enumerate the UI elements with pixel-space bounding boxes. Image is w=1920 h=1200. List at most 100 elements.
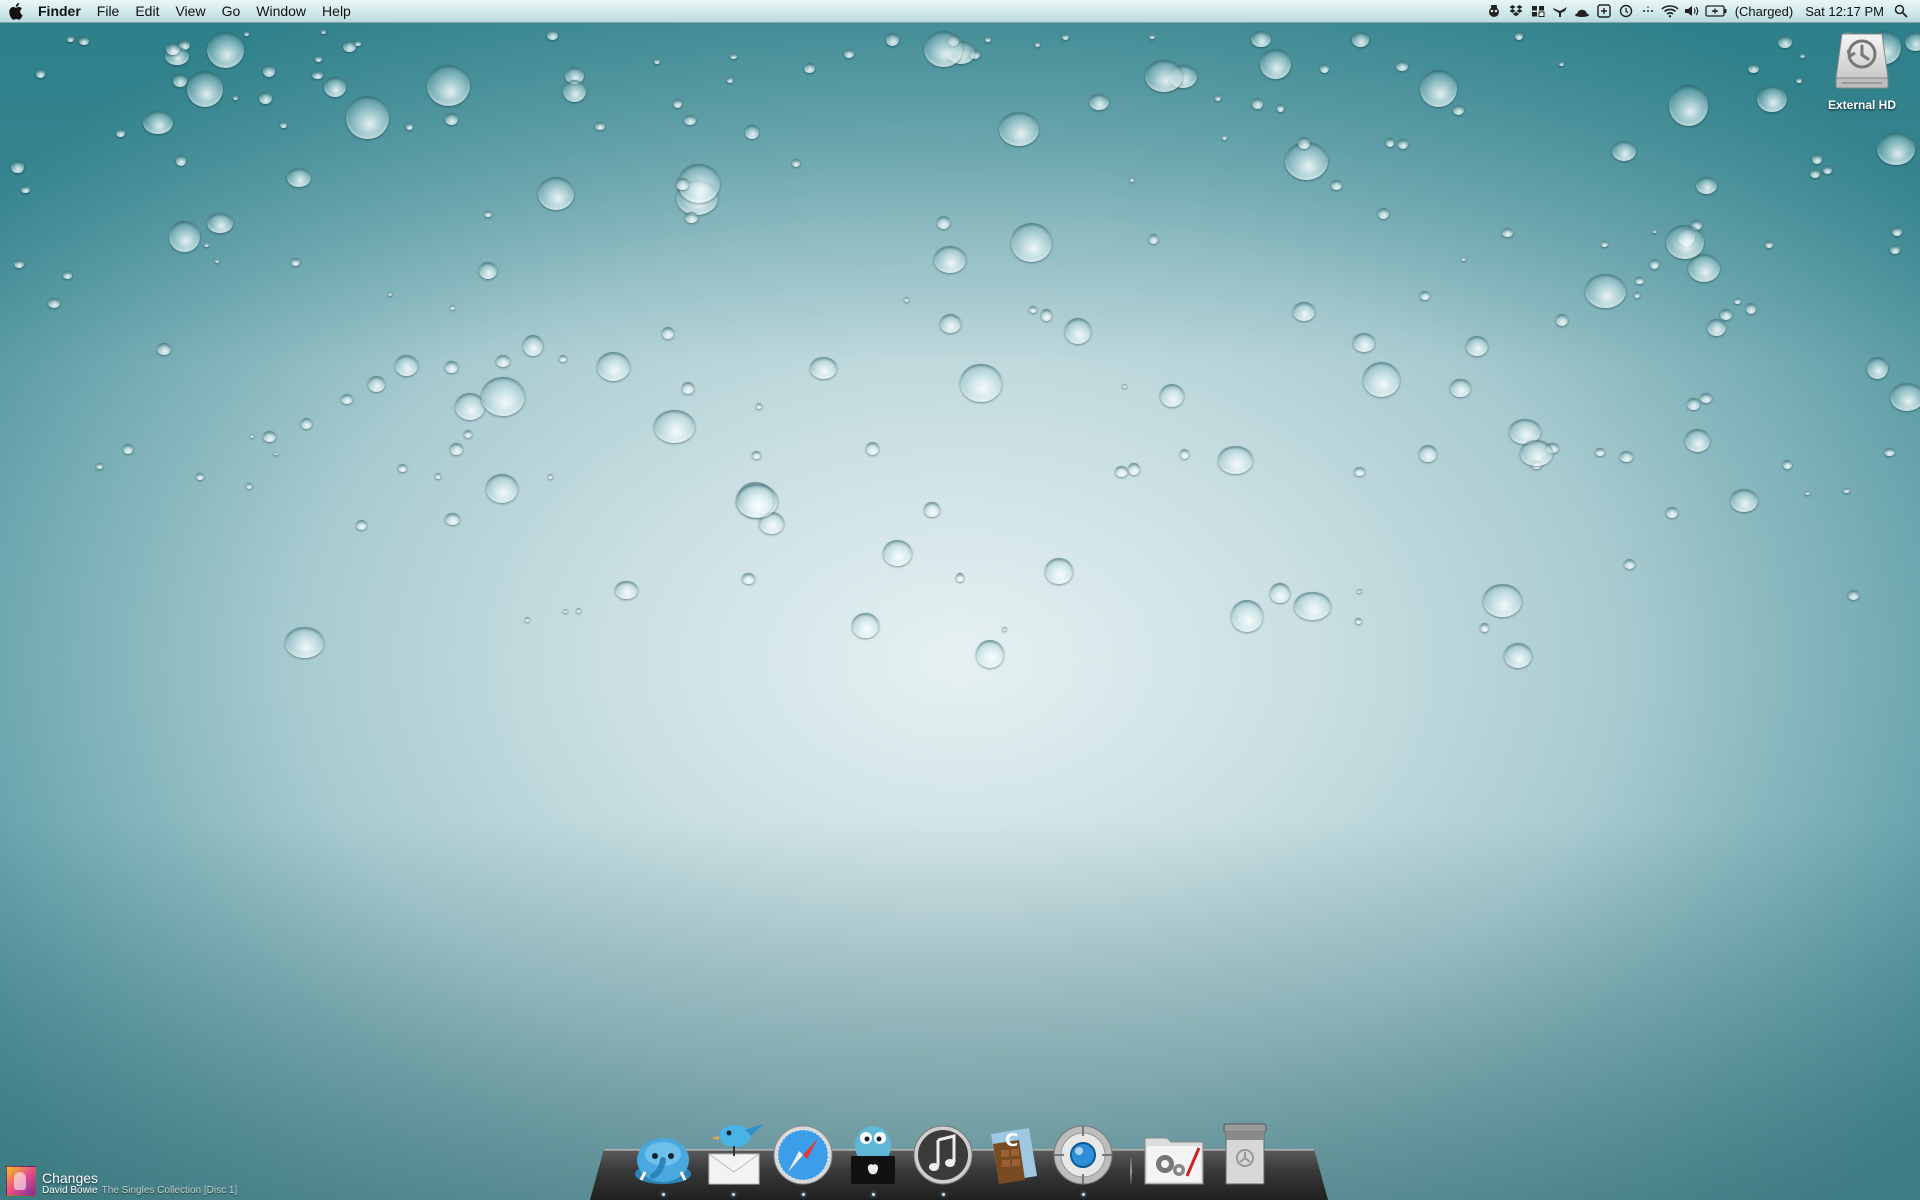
water-drop <box>678 163 720 203</box>
water-drop <box>314 55 323 63</box>
menu-app-name[interactable]: Finder <box>34 0 89 22</box>
water-drop <box>96 463 103 470</box>
water-drop <box>173 74 187 88</box>
volume-icon[interactable] <box>1681 0 1703 22</box>
water-drop <box>1061 34 1070 41</box>
dock-item-applications-stack[interactable] <box>1142 1116 1208 1186</box>
water-drop <box>1729 489 1758 513</box>
water-drop <box>730 54 737 60</box>
hat-icon[interactable] <box>1571 0 1593 22</box>
wifi-icon[interactable] <box>1659 0 1681 22</box>
water-drop <box>1665 507 1678 518</box>
running-indicator <box>1082 1193 1085 1196</box>
water-drop <box>346 96 389 140</box>
water-drop <box>1700 392 1712 403</box>
water-drop <box>67 35 74 42</box>
dock-item-elephant[interactable] <box>630 1116 696 1196</box>
water-drop <box>804 63 815 73</box>
water-drop <box>1805 490 1811 495</box>
water-drop <box>1665 225 1705 259</box>
water-drop <box>495 354 511 368</box>
add-icon[interactable] <box>1593 0 1615 22</box>
water-drop <box>882 540 912 566</box>
water-drop <box>1293 302 1315 321</box>
dock-item-globe[interactable] <box>1050 1116 1116 1196</box>
water-drop <box>368 375 386 393</box>
itunes-icon <box>913 1125 973 1185</box>
apple-menu-icon[interactable] <box>0 0 34 22</box>
water-drop <box>1148 234 1159 244</box>
water-drop <box>751 450 761 459</box>
water-drop <box>123 444 133 454</box>
now-playing-song: Changes <box>42 1169 99 1186</box>
water-drop <box>273 451 278 456</box>
water-drop <box>682 382 694 395</box>
menu-file[interactable]: File <box>89 0 128 22</box>
water-drop <box>1168 65 1198 88</box>
album-art <box>6 1166 36 1196</box>
water-drop <box>1764 240 1774 248</box>
trash-icon <box>1223 1123 1267 1185</box>
water-drop <box>320 30 326 35</box>
water-drop <box>1796 78 1803 83</box>
spotlight-icon[interactable] <box>1890 0 1912 22</box>
desktop[interactable]: Finder File Edit View Go Window Help (Ch… <box>0 0 1920 1200</box>
water-drop <box>1115 466 1129 478</box>
tweetie-icon[interactable] <box>1549 0 1571 22</box>
menu-help[interactable]: Help <box>314 0 359 22</box>
water-drop <box>1520 439 1554 467</box>
time-machine-icon[interactable] <box>1615 0 1637 22</box>
water-drop <box>791 158 801 167</box>
water-drop <box>1623 558 1636 569</box>
water-drop <box>933 246 967 273</box>
water-drop <box>596 352 630 381</box>
dock-item-safari[interactable] <box>770 1116 836 1196</box>
water-drop <box>970 49 981 59</box>
water-drop <box>249 434 255 439</box>
dock-item-mail[interactable] <box>700 1116 766 1196</box>
now-playing-widget[interactable]: Changes David Bowie The Singles Collectio… <box>6 1166 237 1196</box>
adium-icon[interactable] <box>1483 0 1505 22</box>
water-drop <box>1034 41 1041 47</box>
water-drop <box>1531 460 1542 470</box>
water-drop <box>405 123 413 130</box>
dock-item-itunes[interactable] <box>910 1116 976 1196</box>
water-drop <box>1684 429 1710 452</box>
water-drop <box>1601 241 1608 247</box>
dock-item-trash[interactable] <box>1212 1116 1278 1186</box>
water-drop <box>676 180 718 216</box>
water-drop <box>1284 141 1329 181</box>
water-drop <box>244 32 249 36</box>
menu-edit[interactable]: Edit <box>127 0 167 22</box>
water-drop <box>481 376 525 416</box>
menu-view[interactable]: View <box>167 0 213 22</box>
dropbox-icon[interactable] <box>1505 0 1527 22</box>
water-drop <box>939 313 962 333</box>
water-drop <box>1677 228 1695 246</box>
water-drop <box>175 154 187 166</box>
dock-item-monster[interactable] <box>840 1116 906 1196</box>
water-drop <box>885 33 899 46</box>
water-drop <box>290 258 300 266</box>
water-drop <box>998 112 1039 146</box>
water-drop <box>1354 618 1363 625</box>
water-drop <box>1357 588 1363 594</box>
wallpaper-water-drops <box>0 0 1920 700</box>
menu-window[interactable]: Window <box>248 0 314 22</box>
menu-clock[interactable]: Sat 12:17 PM <box>1799 4 1890 19</box>
water-drop <box>936 216 951 229</box>
water-drop <box>35 69 45 79</box>
dock-item-chocolate[interactable]: C <box>980 1116 1046 1186</box>
water-drop <box>548 474 554 479</box>
water-drop <box>206 32 244 69</box>
desktop-icon-external-hd[interactable]: External HD <box>1814 30 1910 112</box>
water-drop <box>186 71 223 108</box>
menu-go[interactable]: Go <box>214 0 249 22</box>
water-drop <box>653 59 660 65</box>
battery-icon[interactable] <box>1703 0 1729 22</box>
battery-status-text[interactable]: (Charged) <box>1729 4 1800 19</box>
menu-extra-icon[interactable] <box>1637 0 1659 22</box>
water-drop <box>1214 95 1222 102</box>
spaces-icon[interactable] <box>1527 0 1549 22</box>
water-drop <box>1377 207 1390 219</box>
